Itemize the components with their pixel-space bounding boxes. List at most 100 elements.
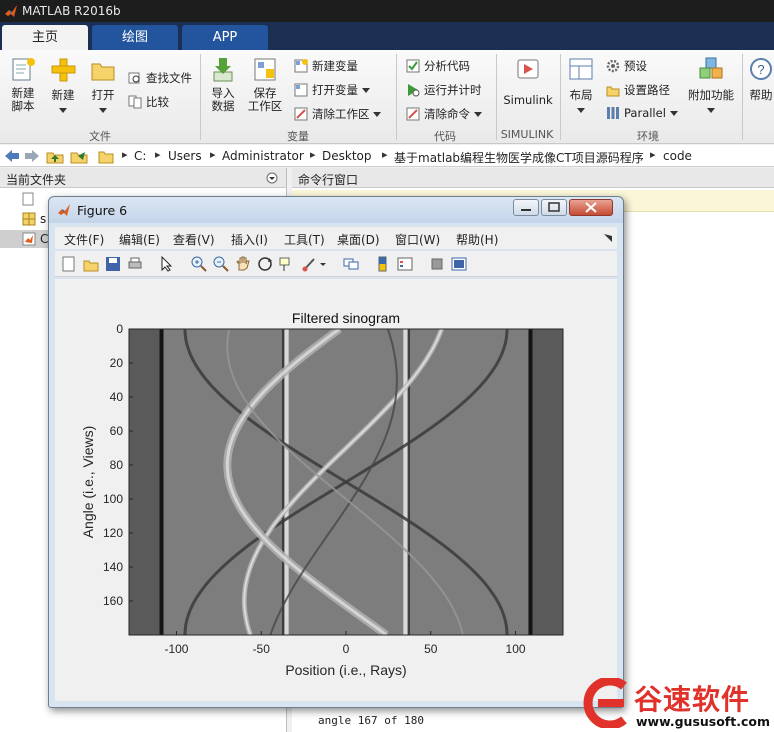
hide-plot-tools-icon[interactable] <box>429 256 445 272</box>
bright-stripe <box>403 329 408 635</box>
run-and-time-label: 运行并计时 <box>424 83 482 97</box>
simulink-button[interactable]: Simulink <box>500 56 556 107</box>
menu-window[interactable]: 窗口(W) <box>395 231 440 248</box>
chevron-down-icon <box>577 108 585 113</box>
open-variable-icon <box>294 83 308 97</box>
layout-button[interactable]: 布局 <box>564 56 598 117</box>
set-path-button[interactable]: 设置路径 <box>606 82 670 98</box>
tab-plots[interactable]: 绘图 <box>92 25 178 50</box>
dock-arrow-icon[interactable] <box>603 233 613 243</box>
save-workspace-button[interactable]: 保存 工作区 <box>246 56 284 113</box>
analyze-code-button[interactable]: 分析代码 <box>406 58 470 74</box>
menu-insert[interactable]: 插入(I) <box>231 231 268 248</box>
breadcrumb-separator-icon: ▸ <box>310 148 316 161</box>
figure-window[interactable]: Figure 6 文件(F) 编辑(E) 查看(V) 插入(I) 工具(T) 桌… <box>48 196 624 708</box>
list-item[interactable]: s <box>0 210 50 228</box>
rotate-3d-icon[interactable] <box>257 256 273 272</box>
preferences-label: 预设 <box>624 59 647 73</box>
folder-icon <box>98 151 114 164</box>
new-figure-icon[interactable] <box>61 256 77 272</box>
menu-view[interactable]: 查看(V) <box>173 231 215 248</box>
tab-home[interactable]: 主页 <box>2 25 88 50</box>
compare-button[interactable]: 比较 <box>128 94 169 110</box>
breadcrumb-project-folder[interactable]: 基于matlab编程生物医学成像CT项目源码程序 <box>394 149 644 166</box>
clear-commands-button[interactable]: 清除命令 <box>406 106 482 122</box>
zoom-out-icon[interactable] <box>213 256 229 272</box>
x-tick-label: 100 <box>506 642 526 656</box>
print-icon[interactable] <box>127 256 143 272</box>
panel-menu-icon[interactable] <box>266 172 278 184</box>
group-file-label: 文件 <box>89 130 111 143</box>
help-button[interactable]: ? 帮助 <box>748 56 774 103</box>
up-folder-icon[interactable] <box>46 148 64 164</box>
x-tick-label: -50 <box>253 642 271 656</box>
gususoft-watermark: 谷速软件 www.gususoft.com <box>578 676 774 732</box>
minimize-button[interactable] <box>513 199 539 216</box>
menu-desktop[interactable]: 桌面(D) <box>337 231 380 248</box>
clear-workspace-button[interactable]: 清除工作区 <box>294 106 382 122</box>
breadcrumb-desktop[interactable]: Desktop <box>322 149 372 163</box>
sinogram-chart[interactable]: -100 -50 0 50 100 0 20 40 60 80 100 120 140 160 Filter… <box>55 279 617 701</box>
menu-file[interactable]: 文件(F) <box>64 231 104 248</box>
breadcrumb-administrator[interactable]: Administrator <box>222 149 304 163</box>
list-item-label: s <box>40 212 47 226</box>
save-icon[interactable] <box>105 256 121 272</box>
list-item[interactable] <box>0 190 50 208</box>
tab-apps[interactable]: APP <box>182 25 268 50</box>
breadcrumb-drive[interactable]: C: <box>134 149 146 163</box>
breadcrumb-separator-icon: ▸ <box>210 148 216 161</box>
command-window-title: 命令行窗口 <box>298 173 359 187</box>
open-variable-button[interactable]: 打开变量 <box>294 82 370 98</box>
zoom-in-icon[interactable] <box>191 256 207 272</box>
maximize-button[interactable] <box>541 199 567 216</box>
open-button[interactable]: 打开 <box>86 56 120 117</box>
breadcrumb-users[interactable]: Users <box>168 149 202 163</box>
chevron-down-icon[interactable] <box>319 256 327 272</box>
menu-edit[interactable]: 编辑(E) <box>119 231 160 248</box>
list-item[interactable]: C <box>0 230 50 248</box>
new-variable-label: 新建变量 <box>312 59 358 73</box>
pointer-arrow-icon[interactable] <box>159 256 175 272</box>
run-and-time-button[interactable]: 运行并计时 <box>406 82 482 98</box>
legend-icon[interactable] <box>397 256 413 272</box>
menu-tools[interactable]: 工具(T) <box>284 231 325 248</box>
save-workspace-label: 保存 工作区 <box>247 86 283 113</box>
new-script-button[interactable]: 新建 脚本 <box>6 56 40 113</box>
breadcrumb-code[interactable]: code <box>663 149 692 163</box>
colorbar-icon[interactable] <box>375 256 391 272</box>
figure-titlebar[interactable]: Figure 6 <box>49 197 623 223</box>
save-workspace-icon <box>254 58 276 81</box>
analyze-code-icon <box>406 59 420 73</box>
parallel-button[interactable]: Parallel <box>606 106 678 120</box>
figure-title: Figure 6 <box>77 203 128 218</box>
new-button[interactable]: 新建 <box>46 56 80 117</box>
pan-hand-icon[interactable] <box>235 256 251 272</box>
back-arrow-icon[interactable] <box>4 149 20 163</box>
y-tick-label: 80 <box>110 458 124 472</box>
close-button[interactable] <box>569 199 613 216</box>
edge-band <box>129 329 160 635</box>
parallel-label: Parallel <box>624 106 666 120</box>
brush-icon[interactable] <box>301 256 317 272</box>
add-ons-button[interactable]: 附加功能 <box>688 56 734 117</box>
import-data-button[interactable]: 导入 数据 <box>206 56 240 113</box>
browse-folder-icon[interactable] <box>70 148 88 164</box>
preferences-button[interactable]: 预设 <box>606 58 647 74</box>
new-variable-button[interactable]: 新建变量 <box>294 58 358 74</box>
ribbon: 新建 脚本 新建 打开 查找文件 比较 文件 导入 数据 保存 工作区 新建变量… <box>0 50 774 144</box>
file-icon <box>22 192 34 206</box>
app-title: MATLAB R2016b <box>22 4 121 18</box>
gear-icon <box>606 59 620 73</box>
open-file-icon[interactable] <box>83 256 99 272</box>
find-files-button[interactable]: 查找文件 <box>128 70 192 86</box>
data-cursor-icon[interactable] <box>279 256 295 272</box>
watermark-brand: 谷速软件 <box>634 683 751 716</box>
figure-canvas[interactable]: -100 -50 0 50 100 0 20 40 60 80 100 120 140 160 Filter… <box>55 279 617 701</box>
show-plot-tools-icon[interactable] <box>451 256 467 272</box>
forward-arrow-icon[interactable] <box>24 149 40 163</box>
breadcrumb-separator-icon: ▸ <box>122 148 128 161</box>
matlab-logo-icon <box>5 5 17 17</box>
menu-help[interactable]: 帮助(H) <box>456 231 498 248</box>
y-tick-label: 160 <box>103 594 123 608</box>
link-plot-icon[interactable] <box>343 256 359 272</box>
